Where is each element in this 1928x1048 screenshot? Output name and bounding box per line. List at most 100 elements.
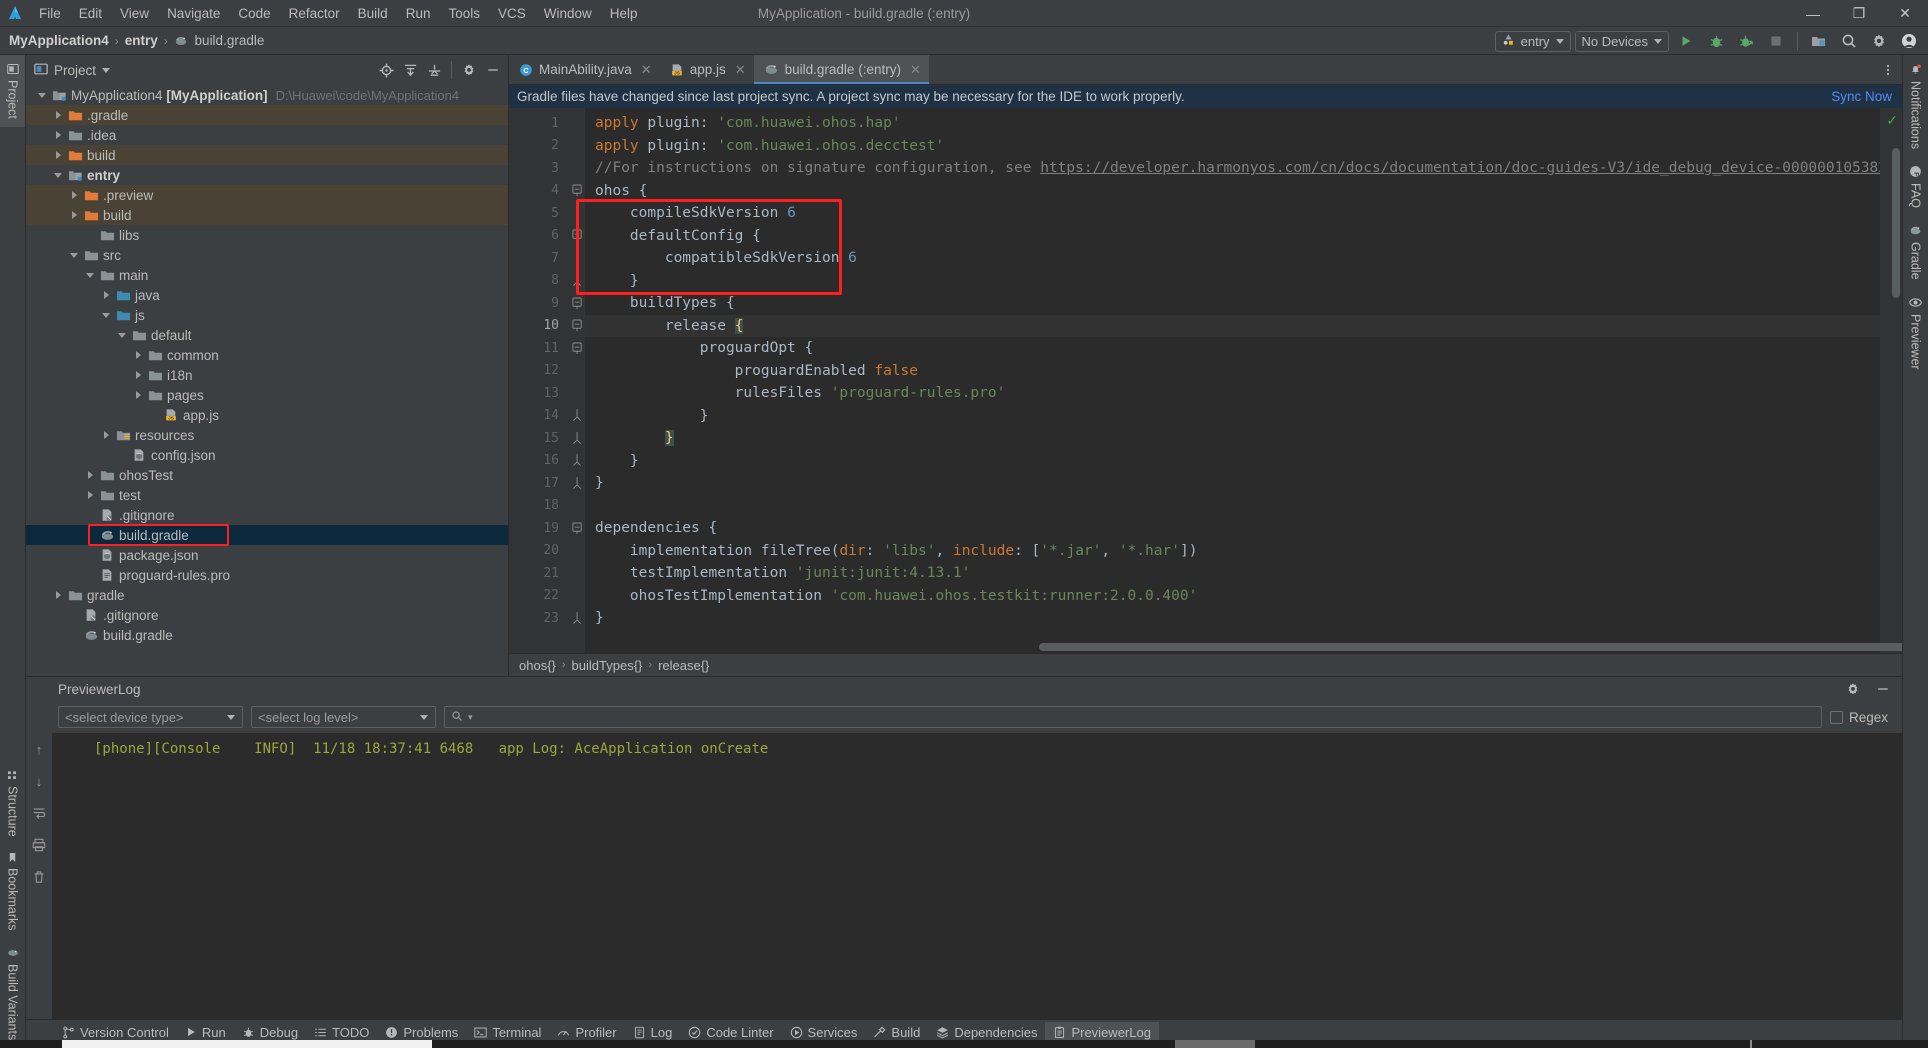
run-configuration-selector[interactable]: entry	[1494, 30, 1571, 52]
debug-button[interactable]	[1703, 29, 1729, 53]
previewer-log-settings-gear-icon[interactable]	[1842, 678, 1864, 700]
chevron-right-icon[interactable]	[130, 351, 146, 359]
chevron-down-icon[interactable]	[66, 252, 82, 258]
rail-tab-faq[interactable]: F FAQ	[1903, 157, 1928, 216]
code-line[interactable]: release {	[585, 314, 1880, 337]
tree-item-resources[interactable]: resources	[26, 425, 508, 445]
close-tab-icon[interactable]: ✕	[735, 62, 746, 78]
chevron-right-icon[interactable]	[50, 591, 66, 599]
menu-refactor[interactable]: Refactor	[280, 3, 349, 24]
chevron-right-icon[interactable]	[50, 131, 66, 139]
user-account-icon[interactable]	[1896, 29, 1922, 53]
code-line[interactable]: compatibleSdkVersion 6	[585, 247, 1880, 270]
chevron-right-icon[interactable]	[98, 291, 114, 299]
rail-tab-bookmarks[interactable]: Bookmarks	[0, 844, 25, 939]
horizontal-scrollbar-thumb[interactable]	[1039, 643, 1902, 651]
menu-edit[interactable]: Edit	[70, 3, 111, 24]
chevron-right-icon[interactable]	[130, 371, 146, 379]
tree-item-i18n[interactable]: i18n	[26, 365, 508, 385]
rail-tab-project[interactable]: Project	[0, 55, 25, 127]
device-selector[interactable]: No Devices	[1574, 30, 1669, 52]
tree-item--gitignore[interactable]: .gitignore	[26, 505, 508, 525]
tree-item-src[interactable]: src	[26, 245, 508, 265]
vertical-scrollbar-thumb[interactable]	[1892, 148, 1900, 298]
tree-item-myapplication4-[interactable]: MyApplication4 [MyApplication] D:\Huawei\…	[26, 85, 508, 105]
fold-collapse-icon[interactable]	[569, 337, 585, 360]
regex-checkbox[interactable]: Regex	[1829, 710, 1902, 725]
code-line[interactable]: apply plugin: 'com.huawei.ohos.decctest'	[585, 135, 1880, 158]
fold-collapse-icon[interactable]	[569, 292, 585, 315]
code-line[interactable]: }	[585, 427, 1880, 450]
tree-item-common[interactable]: common	[26, 345, 508, 365]
code-line[interactable]: //For instructions on signature configur…	[585, 157, 1880, 180]
regex-checkbox-box[interactable]	[1829, 710, 1843, 724]
fold-collapse-icon[interactable]	[569, 315, 596, 338]
hide-previewer-log-icon[interactable]	[1872, 678, 1894, 700]
settings-gear-icon[interactable]	[1866, 29, 1892, 53]
editor-tab-mainability-java[interactable]: C MainAbility.java ✕	[509, 55, 660, 84]
fold-end-icon[interactable]	[569, 607, 585, 630]
code-line[interactable]: }	[585, 472, 1880, 495]
project-panel-title[interactable]: Project	[34, 62, 111, 79]
minimize-button[interactable]: —	[1790, 0, 1836, 27]
code-line[interactable]: }	[585, 405, 1880, 428]
window-controls[interactable]: — ❐ ✕	[1790, 0, 1928, 27]
print-icon[interactable]	[29, 835, 49, 855]
code-line[interactable]: implementation fileTree(dir: 'libs', inc…	[585, 540, 1880, 563]
close-button[interactable]: ✕	[1882, 0, 1928, 27]
tree-item-package-json[interactable]: package.json	[26, 545, 508, 565]
tree-item-proguard-rules-pro[interactable]: proguard-rules.pro	[26, 565, 508, 585]
rail-tab-build-variants[interactable]: Build Variants	[0, 939, 25, 1048]
menu-code[interactable]: Code	[229, 3, 279, 24]
chevron-right-icon[interactable]	[50, 151, 66, 159]
editor-tab-app-js[interactable]: JS app.js ✕	[660, 55, 754, 84]
chevron-down-icon[interactable]	[114, 332, 130, 338]
editor-tab-build-gradle[interactable]: build.gradle (:entry) ✕	[753, 55, 930, 84]
code-line[interactable]: ohosTestImplementation 'com.huawei.ohos.…	[585, 585, 1880, 608]
soft-wrap-icon[interactable]	[29, 803, 49, 823]
fold-end-icon[interactable]	[569, 270, 585, 293]
tree-item-gradle[interactable]: gradle	[26, 585, 508, 605]
tree-item--gitignore[interactable]: .gitignore	[26, 605, 508, 625]
fold-end-icon[interactable]	[569, 405, 585, 428]
tree-item-build-gradle[interactable]: build.gradle	[26, 525, 508, 545]
tree-item-app-js[interactable]: JS app.js	[26, 405, 508, 425]
menu-bar[interactable]: File Edit View Navigate Code Refactor Bu…	[30, 3, 647, 24]
tree-item--preview[interactable]: .preview	[26, 185, 508, 205]
breadcrumb-project[interactable]: MyApplication4	[6, 32, 112, 49]
tree-item-ohostest[interactable]: ohosTest	[26, 465, 508, 485]
chevron-down-icon[interactable]	[50, 172, 66, 178]
code-line[interactable]: defaultConfig {	[585, 225, 1880, 248]
tree-item--idea[interactable]: .idea	[26, 125, 508, 145]
chevron-right-icon[interactable]	[82, 471, 98, 479]
code-line[interactable]: compileSdkVersion 6	[585, 202, 1880, 225]
tree-item-java[interactable]: java	[26, 285, 508, 305]
chevron-right-icon[interactable]	[66, 191, 82, 199]
editor-breadcrumb-buildtypes[interactable]: buildTypes{}	[572, 658, 643, 673]
editor-breadcrumb-ohos[interactable]: ohos{}	[519, 658, 556, 673]
editor-breadcrumb-release[interactable]: release{}	[658, 658, 709, 673]
tree-item-config-json[interactable]: config.json	[26, 445, 508, 465]
code-line[interactable]: buildTypes {	[585, 292, 1880, 315]
project-tree[interactable]: MyApplication4 [MyApplication] D:\Huawei\…	[26, 85, 508, 676]
scroll-from-source-icon[interactable]	[375, 59, 397, 81]
tree-item-js[interactable]: js	[26, 305, 508, 325]
code-line[interactable]: proguardOpt {	[585, 337, 1880, 360]
tree-item-default[interactable]: default	[26, 325, 508, 345]
code-editor[interactable]: 1 2 3 4 5 6 7 8 9 10 11 12 13 14 15 16 17 18 19 20 21 22 23 ap…	[509, 108, 1902, 653]
hide-panel-icon[interactable]	[482, 59, 504, 81]
rail-tab-previewer[interactable]: Previewer	[1903, 288, 1928, 378]
device-type-select[interactable]: <select device type>	[58, 706, 243, 728]
search-everywhere-icon[interactable]	[1836, 29, 1862, 53]
code-line[interactable]: ohos {	[585, 180, 1880, 203]
code-line[interactable]: }	[585, 450, 1880, 473]
tree-item-entry[interactable]: entry	[26, 165, 508, 185]
run-button[interactable]	[1673, 29, 1699, 53]
code-line[interactable]: rulesFiles 'proguard-rules.pro'	[585, 382, 1880, 405]
code-line[interactable]: dependencies {	[585, 517, 1880, 540]
code-line[interactable]: }	[585, 607, 1880, 630]
log-level-select[interactable]: <select log level>	[251, 706, 436, 728]
fold-collapse-icon[interactable]	[569, 225, 585, 248]
scroll-up-icon[interactable]: ↑	[29, 739, 49, 759]
close-tab-icon[interactable]: ✕	[641, 62, 652, 78]
